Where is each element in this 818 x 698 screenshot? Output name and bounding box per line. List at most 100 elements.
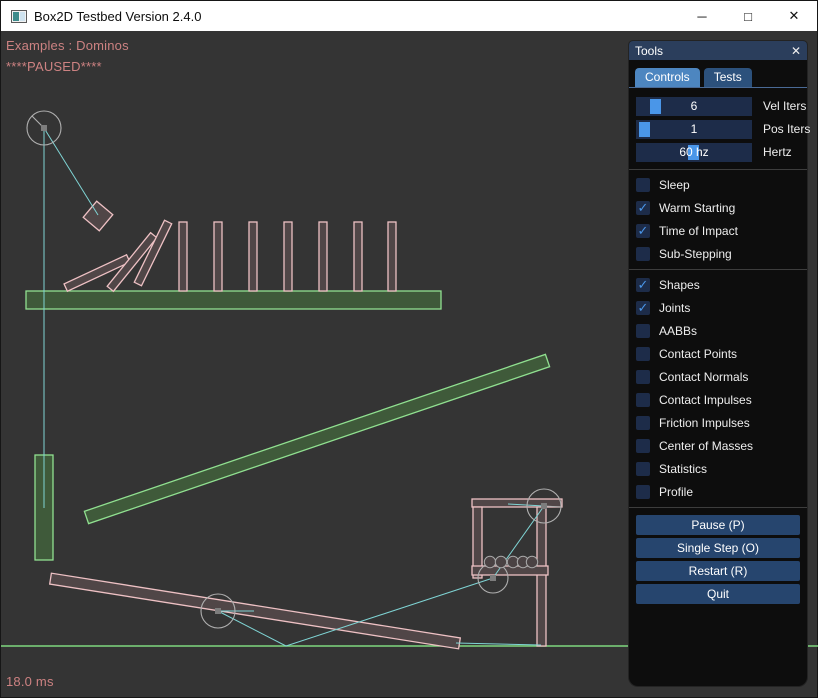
button-stack: Pause (P) Single Step (O) Restart (R) Qu… (629, 515, 807, 604)
checkbox-label: Center of Masses (659, 439, 753, 453)
tilted-ramp (84, 354, 549, 523)
checkbox[interactable] (636, 370, 650, 384)
checkbox-row-friction-impulses[interactable]: Friction Impulses (636, 415, 807, 431)
checkbox-label: Warm Starting (659, 201, 735, 215)
panel-close-icon[interactable]: ✕ (791, 44, 801, 58)
hertz-slider[interactable]: 60 hz (636, 143, 752, 162)
checkbox-label: Time of Impact (659, 224, 738, 238)
domino (179, 222, 187, 291)
hertz-slider-row: 60 hz Hertz (636, 143, 807, 162)
window-controls: ─ □ ✕ (679, 1, 817, 31)
checkbox[interactable] (636, 439, 650, 453)
checkbox-label: Sub-Stepping (659, 247, 732, 261)
checkbox[interactable] (636, 324, 650, 338)
checkbox-row-sub-stepping[interactable]: Sub-Stepping (636, 246, 807, 262)
center-marker (41, 125, 47, 131)
checkbox-label: Friction Impulses (659, 416, 750, 430)
tools-panel: Tools ✕ Controls Tests 6 Vel Iters 1 Pos… (629, 41, 807, 686)
center-markers (41, 125, 547, 614)
slider-label: Pos Iters (763, 120, 810, 139)
domino-shelf (26, 291, 441, 309)
domino (249, 222, 257, 291)
divider (629, 269, 807, 270)
center-marker (215, 608, 221, 614)
checkbox-row-contact-points[interactable]: Contact Points (636, 346, 807, 362)
maximize-button[interactable]: □ (725, 1, 771, 31)
checkbox[interactable]: ✓ (636, 278, 650, 292)
tools-panel-header[interactable]: Tools ✕ (629, 41, 807, 60)
checkbox-row-shapes[interactable]: ✓ Shapes (636, 277, 807, 293)
pos-iters-slider-row: 1 Pos Iters (636, 120, 807, 139)
vel-iters-slider-row: 6 Vel Iters (636, 97, 807, 116)
checkbox-row-joints[interactable]: ✓ Joints (636, 300, 807, 316)
restart-button[interactable]: Restart (R) (636, 561, 800, 581)
domino (354, 222, 362, 291)
checkbox-row-contact-impulses[interactable]: Contact Impulses (636, 392, 807, 408)
quit-button[interactable]: Quit (636, 584, 800, 604)
slider-value: 1 (636, 120, 752, 139)
slider-label: Hertz (763, 143, 792, 162)
tab-controls[interactable]: Controls (635, 68, 700, 87)
ball (495, 556, 506, 567)
close-button[interactable]: ✕ (771, 1, 817, 31)
joint-line (456, 643, 541, 645)
checkbox[interactable] (636, 485, 650, 499)
checkbox[interactable] (636, 416, 650, 430)
domino (284, 222, 292, 291)
checkbox-label: Joints (659, 301, 690, 315)
dominos-and-planks (50, 201, 562, 649)
checkbox-label: AABBs (659, 324, 697, 338)
pos-iters-slider[interactable]: 1 (636, 120, 752, 139)
example-title: Examples : Dominos (6, 38, 129, 53)
app-icon (11, 10, 27, 23)
checkbox-label: Contact Impulses (659, 393, 752, 407)
slider-label: Vel Iters (763, 97, 806, 116)
checkbox-row-center-of-masses[interactable]: Center of Masses (636, 438, 807, 454)
checkbox[interactable]: ✓ (636, 301, 650, 315)
checkbox-row-statistics[interactable]: Statistics (636, 461, 807, 477)
panel-title: Tools (635, 44, 791, 58)
checkbox-label: Contact Normals (659, 370, 748, 384)
title-bar[interactable]: Box2D Testbed Version 2.4.0 ─ □ ✕ (1, 1, 817, 31)
vel-iters-slider[interactable]: 6 (636, 97, 752, 116)
domino (388, 222, 396, 291)
checkbox-row-time-of-impact[interactable]: ✓ Time of Impact (636, 223, 807, 239)
divider (629, 169, 807, 170)
checkbox[interactable]: ✓ (636, 224, 650, 238)
tab-tests[interactable]: Tests (704, 68, 752, 87)
shelf-balls (484, 556, 537, 567)
window-title: Box2D Testbed Version 2.4.0 (34, 9, 201, 24)
checkbox-label: Profile (659, 485, 693, 499)
single-step-button[interactable]: Single Step (O) (636, 538, 800, 558)
checkbox-label: Sleep (659, 178, 690, 192)
checkbox[interactable] (636, 462, 650, 476)
checkbox[interactable] (636, 347, 650, 361)
checkbox-row-warm-starting[interactable]: ✓ Warm Starting (636, 200, 807, 216)
divider (629, 507, 807, 508)
checkbox-row-contact-normals[interactable]: Contact Normals (636, 369, 807, 385)
pulley-rope-right (44, 128, 98, 215)
checkbox-row-aabbs[interactable]: AABBs (636, 323, 807, 339)
slider-value: 60 hz (636, 143, 752, 162)
center-marker (490, 575, 496, 581)
checkbox-row-profile[interactable]: Profile (636, 484, 807, 500)
minimize-button[interactable]: ─ (679, 1, 725, 31)
app-window: Examples : Dominos ****PAUSED**** 18.0 m… (0, 0, 818, 698)
checkbox[interactable]: ✓ (636, 201, 650, 215)
checkbox-row-sleep[interactable]: Sleep (636, 177, 807, 193)
center-marker (541, 503, 547, 509)
checkbox-label: Statistics (659, 462, 707, 476)
checkbox-label: Contact Points (659, 347, 737, 361)
domino (214, 222, 222, 291)
checkbox[interactable] (636, 247, 650, 261)
pause-button[interactable]: Pause (P) (636, 515, 800, 535)
checkbox[interactable] (636, 178, 650, 192)
slider-value: 6 (636, 97, 752, 116)
green-platforms (26, 291, 550, 560)
frame-time-readout: 18.0 ms (6, 674, 54, 689)
seesaw-plank (50, 573, 461, 649)
ball (526, 556, 537, 567)
ball (484, 556, 495, 567)
checkbox[interactable] (636, 393, 650, 407)
tab-bar: Controls Tests (629, 60, 807, 88)
